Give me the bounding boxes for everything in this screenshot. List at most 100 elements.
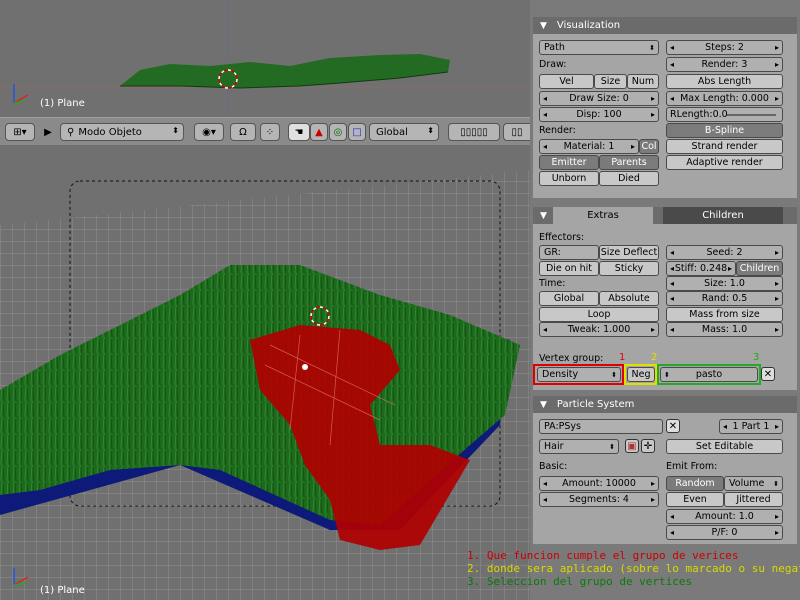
num-toggle[interactable]: Num [627, 74, 659, 89]
jittered-toggle[interactable]: Jittered [724, 492, 783, 507]
seed-field[interactable]: Seed: 2 [666, 245, 783, 260]
rotate-button[interactable]: ◎ [329, 123, 347, 141]
particle-type-select[interactable]: Hair ⬍ [539, 439, 619, 454]
parents-toggle[interactable]: Parents [599, 155, 659, 170]
magnet-icon: Ω [239, 126, 247, 138]
annotation-mark-3: 3 [753, 352, 760, 363]
amount-emit-field[interactable]: Amount: 1.0 [666, 509, 783, 524]
note-2: 2. donde sera aplicado (sobre lo marcado… [467, 562, 800, 575]
bspline-toggle[interactable]: B-Spline [666, 123, 783, 138]
adaptive-render-toggle[interactable]: Adaptive render [666, 155, 783, 170]
children-toggle[interactable]: Children [736, 261, 783, 276]
disp-field[interactable]: Disp: 100 [539, 107, 659, 122]
mode-select[interactable]: ⚲ Modo Objeto ⬍ [60, 123, 184, 141]
edit-icon-button[interactable]: ▣ [625, 439, 639, 453]
viewport-header: ⊞▾ ▶ ⚲ Modo Objeto ⬍ ◉▾ Ω ⁘ ☚ ▲ ◎ □ Glob… [0, 117, 530, 147]
clear-group-button[interactable]: ✕ [761, 367, 775, 381]
mode-label: Modo Objeto [78, 126, 142, 138]
amount-field[interactable]: Amount: 10000 [539, 476, 659, 491]
even-toggle[interactable]: Even [666, 492, 724, 507]
crosshair-icon: ✛ [643, 440, 653, 452]
global-toggle[interactable]: Global [539, 291, 599, 306]
translate-button[interactable]: ▲ [310, 123, 328, 141]
size-toggle[interactable]: Size [594, 74, 627, 89]
image-icon: ▣ [627, 440, 637, 452]
scale-icon: □ [352, 126, 362, 138]
editor-type-button[interactable]: ⊞▾ [5, 123, 35, 141]
annotation-notes: 1. Que funcion cumple el grupo de verice… [467, 549, 800, 588]
emit-volume-select[interactable]: Volume ⬍ [724, 476, 783, 491]
manipulator-toggle[interactable]: ☚ [288, 123, 310, 141]
grid-icon: ⊞▾ [13, 126, 27, 138]
scale-button[interactable]: □ [348, 123, 366, 141]
visualization-header[interactable]: ▼ Visualization [533, 17, 797, 34]
main-viewport[interactable]: (1) Plane [0, 145, 530, 600]
max-length-field[interactable]: Max Length: 0.000 [666, 91, 783, 106]
menu-toggle[interactable]: ▶ [40, 123, 56, 141]
sphere-icon: ◉▾ [202, 126, 216, 138]
draw-type-button[interactable]: ◉▾ [194, 123, 224, 141]
layers-icon-2: ▯▯ [511, 126, 523, 138]
steps-field[interactable]: Steps: 2 [666, 40, 783, 55]
mass-from-size-toggle[interactable]: Mass from size [666, 307, 783, 322]
size-field[interactable]: Size: 1.0 [666, 276, 783, 291]
die-on-hit-toggle[interactable]: Die on hit [539, 261, 599, 276]
mass-field[interactable]: Mass: 1.0 [666, 322, 783, 337]
visualization-title: Visualization [556, 20, 621, 31]
gr-field[interactable]: GR: [539, 245, 599, 260]
rlength-slider[interactable]: RLength:0.0 [666, 107, 783, 122]
note-1: 1. Que funcion cumple el grupo de verice… [467, 549, 739, 562]
layers-buttons-2[interactable]: ▯▯ [503, 123, 530, 141]
orientation-select[interactable]: Global ⬍ [369, 123, 439, 141]
size-deflect-toggle[interactable]: Size Deflect [599, 245, 659, 260]
triangle-icon: ▲ [315, 126, 323, 138]
vertex-group-mode-select[interactable]: Density ⬍ [537, 367, 621, 382]
rand-field[interactable]: Rand: 0.5 [666, 291, 783, 306]
visualization-panel: ▼ Visualization Path ⬍ Draw: Vel Size Num… [533, 17, 797, 198]
annotation-mark-2: 2 [651, 352, 658, 363]
crosshair-button[interactable]: ✛ [641, 439, 655, 453]
render-label: Render: [539, 125, 576, 136]
strand-render-toggle[interactable]: Strand render [666, 139, 783, 154]
sticky-toggle[interactable]: Sticky [599, 261, 659, 276]
tab-children[interactable]: Children [663, 207, 783, 224]
layers-buttons[interactable]: ▯▯▯▯▯ [448, 123, 500, 141]
emitter-toggle[interactable]: Emitter [539, 155, 599, 170]
buttons-window: ▼ Visualization Path ⬍ Draw: Vel Size Num… [530, 0, 800, 600]
tweak-field[interactable]: Tweak: 1.000 [539, 322, 659, 337]
random-toggle[interactable]: Random [666, 476, 724, 491]
pivot-button[interactable]: Ω [230, 123, 256, 141]
vertex-group-select[interactable]: ⬍ pasto [660, 367, 758, 382]
unborn-toggle[interactable]: Unborn [539, 171, 599, 186]
vertex-group-label: Vertex group: [539, 353, 604, 364]
object-label: (1) Plane [40, 98, 85, 109]
top-viewport[interactable]: (1) Plane [0, 0, 530, 117]
tab-extras[interactable]: Extras [553, 207, 653, 224]
part-index-field[interactable]: 1 Part 1 [719, 419, 783, 434]
effectors-label: Effectors: [539, 232, 585, 243]
neg-toggle[interactable]: Neg [627, 367, 655, 382]
remove-system-button[interactable]: ✕ [666, 419, 680, 433]
draw-label: Draw: [539, 59, 567, 70]
mode-icon: ⚲ [67, 126, 75, 138]
material-field[interactable]: Material: 1 [539, 139, 639, 154]
col-toggle[interactable]: Col [639, 139, 659, 154]
stiff-field[interactable]: Stiff: 0.248 [666, 261, 736, 276]
orientation-label: Global [376, 126, 408, 138]
triangle-right-icon: ▶ [44, 126, 52, 138]
object-label-main: (1) Plane [40, 585, 85, 596]
particle-system-name-field[interactable]: PA:PSys [539, 419, 663, 434]
abs-length-toggle[interactable]: Abs Length [666, 74, 783, 89]
loop-toggle[interactable]: Loop [539, 307, 659, 322]
died-toggle[interactable]: Died [599, 171, 659, 186]
set-editable-button[interactable]: Set Editable [666, 439, 783, 454]
segments-field[interactable]: Segments: 4 [539, 492, 659, 507]
absolute-toggle[interactable]: Absolute [599, 291, 659, 306]
draw-as-select[interactable]: Path ⬍ [539, 40, 659, 55]
draw-size-field[interactable]: Draw Size: 0 [539, 91, 659, 106]
pf-field[interactable]: P/F: 0 [666, 525, 783, 540]
vel-toggle[interactable]: Vel [539, 74, 594, 89]
particle-system-header[interactable]: ▼ Particle System [533, 396, 797, 413]
render-steps-field[interactable]: Render: 3 [666, 57, 783, 72]
snap-button[interactable]: ⁘ [260, 123, 280, 141]
